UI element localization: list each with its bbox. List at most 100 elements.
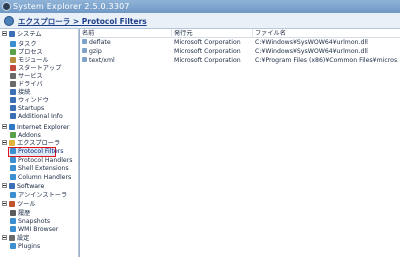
table-row[interactable]: deflate Microsoft Corporation C:¥Windows… [80,39,400,47]
tree-item[interactable]: プロセス [10,49,43,57]
tree-item[interactable]: WMI Browser [10,226,58,234]
title-bar[interactable]: System Explorer 2.5.0.3307 [0,0,400,13]
snapshot-icon [10,218,16,224]
tree-item-label: Column Handlers [18,174,72,181]
tree-item-label: WMI Browser [18,226,59,233]
collapse-toggle-icon[interactable] [2,235,7,240]
tree-item[interactable]: ドライバ [10,81,43,89]
tree-item[interactable]: Column Handlers [10,174,71,182]
sidebar-tree[interactable]: システムタスク プロセス モジュール スタートアップ サービス ドライバ 接続 ウィンドウ St… [0,29,79,257]
plugin-icon [10,243,16,249]
row-name: gzip [82,48,170,56]
tree-item[interactable]: モジュール [10,57,49,65]
tree-item-label: エクスプローラ [17,140,61,147]
history-icon [10,210,16,216]
system-icon [9,31,15,37]
tree-item-label: Addons [18,132,41,139]
main-area: システムタスク プロセス モジュール スタートアップ サービス ドライバ 接続 ウィンドウ St… [0,29,400,257]
row-publisher: Microsoft Corporation [174,57,241,64]
software-icon [9,183,15,189]
info-icon [10,113,16,119]
tree-item-label: Startups [18,105,45,112]
tree-item-label: ツール [17,201,36,208]
row-publisher: Microsoft Corporation [174,48,241,55]
tree-item[interactable]: Snapshots [10,218,50,226]
tree-item-label: Shell Extensions [18,165,69,172]
tree-group[interactable]: Internet Explorer [2,124,69,132]
filter-item-icon [82,39,87,44]
tree-item-label: モジュール [18,57,49,64]
column-header-name[interactable]: 名前 [80,29,172,38]
filter-item-icon [82,48,87,53]
tree-item[interactable]: ウィンドウ [10,97,49,105]
breadcrumb[interactable]: エクスプローラ > Protocol Filters [18,16,147,27]
tree-group[interactable]: エクスプローラ [2,140,60,148]
tree-item-label: プロセス [18,49,43,56]
tree-item-label: アンインストーラ [18,192,68,199]
app-window: System Explorer 2.5.0.3307 エクスプローラ > Pro… [0,0,400,257]
tree-item[interactable]: Addons [10,132,41,140]
list-header: 名前 発行元 ファイル名 [80,29,400,38]
window-title: System Explorer 2.5.0.3307 [13,2,130,11]
tree-item-label: システム [17,31,42,38]
collapse-toggle-icon[interactable] [2,124,7,129]
collapse-toggle-icon[interactable] [2,201,7,206]
tree-group[interactable]: システム [2,31,42,39]
column-header-publisher[interactable]: 発行元 [172,29,253,38]
task-icon [10,41,16,47]
process-icon [10,49,16,55]
tree-item[interactable]: Protocol Handlers [10,157,73,165]
row-name: deflate [82,39,170,47]
tree-item-label: サービス [18,73,43,80]
item-list: 名前 発行元 ファイル名 deflate Microsoft Corporati… [80,29,400,257]
tree-item[interactable]: サービス [10,73,43,81]
module-icon [10,57,16,63]
handler-icon [10,157,16,163]
ie-icon [9,124,15,130]
table-row[interactable]: text/xml Microsoft Corporation C:¥Progra… [80,57,400,65]
tree-item[interactable]: Shell Extensions [10,165,69,173]
filter-item-icon [82,57,87,62]
tree-item[interactable]: タスク [10,41,37,49]
row-file: C:¥Program Files (x86)¥Common Files¥micr… [255,57,398,64]
tree-item[interactable]: 履歴 [10,210,30,218]
tree-item-label: タスク [18,41,37,48]
table-row[interactable]: gzip Microsoft Corporation C:¥Windows¥Sy… [80,48,400,56]
column-icon [10,174,16,180]
tree-item-label: Snapshots [18,218,51,225]
tree-group[interactable]: 設定 [2,235,29,243]
tree-item[interactable]: スタートアップ [10,65,61,73]
settings-icon [9,235,15,241]
tree-group[interactable]: ツール [2,201,36,209]
uninstall-icon [10,192,16,198]
tree-item-label: Internet Explorer [17,124,70,131]
tree-item-label: Plugins [18,243,41,250]
row-file: C:¥Windows¥SysWOW64¥urlmon.dll [255,39,368,46]
tools-icon [9,201,15,207]
tree-item-label: Software [17,183,45,190]
column-header-file[interactable]: ファイル名 [253,29,400,38]
navigate-icon[interactable] [4,16,14,26]
tree-item[interactable]: Protocol Filters [10,148,63,156]
tree-item-label: スタートアップ [18,65,62,72]
tree-item[interactable]: 接続 [10,89,30,97]
window-icon [10,97,16,103]
startup-icon [10,65,16,71]
wmi-icon [10,226,16,232]
tree-item[interactable]: アンインストーラ [10,192,67,200]
tree-group[interactable]: Software [2,183,44,191]
app-gear-icon [2,2,11,11]
tree-item-label: Additional Info [18,113,63,120]
tree-item[interactable]: Startups [10,105,44,113]
tree-item[interactable]: Plugins [10,243,40,251]
collapse-toggle-icon[interactable] [2,31,7,36]
connection-icon [10,89,16,95]
tree-item-label: ウィンドウ [18,97,49,104]
addons-icon [10,132,16,138]
collapse-toggle-icon[interactable] [2,140,7,145]
tree-item-label: 設定 [17,235,30,242]
shell-icon [10,165,16,171]
collapse-toggle-icon[interactable] [2,183,7,188]
row-file: C:¥Windows¥SysWOW64¥urlmon.dll [255,48,368,55]
tree-item[interactable]: Additional Info [10,113,63,121]
